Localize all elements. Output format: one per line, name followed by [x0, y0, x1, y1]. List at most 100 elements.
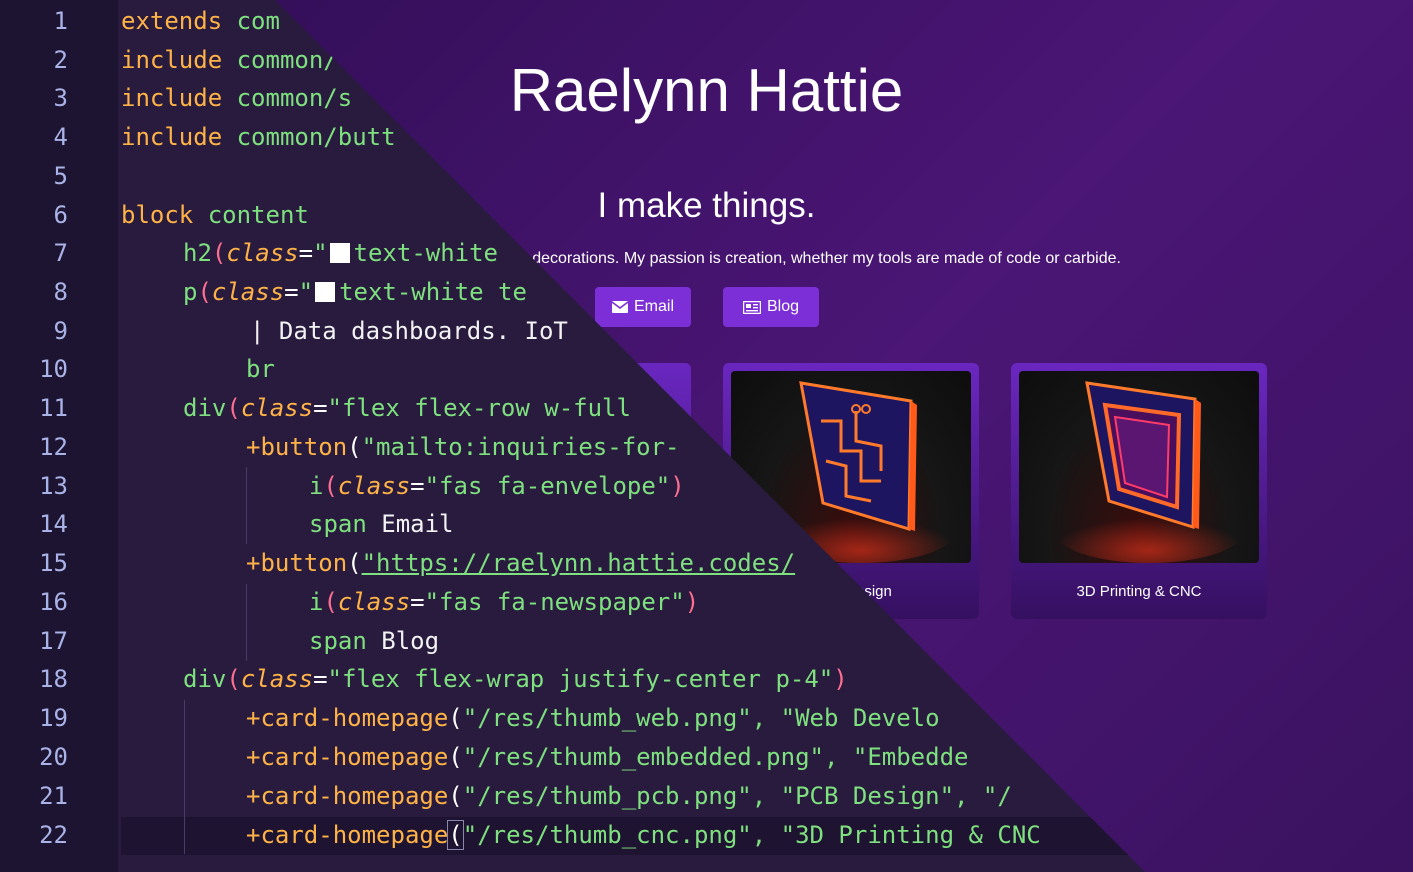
line-number: 5: [53, 162, 68, 190]
mixin-call: +button: [246, 549, 348, 577]
attr-name: class: [337, 588, 411, 616]
code-line[interactable]: | Data dashboards. IoT: [250, 312, 568, 351]
line-number: 2: [53, 46, 68, 74]
line-number: 14: [39, 510, 68, 538]
line-number: 6: [53, 201, 68, 229]
string: text-white te: [339, 278, 527, 306]
attr-name: class: [211, 278, 285, 306]
code-line[interactable]: block content: [121, 196, 309, 235]
tag-name: div: [183, 394, 227, 422]
keyword: include: [121, 123, 223, 151]
string: "/res/thumb_pcb.png", "PCB Design", "/: [462, 782, 1012, 810]
attr-name: class: [240, 394, 314, 422]
code-line[interactable]: include common/s: [121, 79, 352, 118]
line-number: 1: [53, 7, 68, 35]
tag-name: p: [183, 278, 198, 306]
string: "fas fa-newspaper": [424, 588, 685, 616]
code-text: | Data dashboards. IoT: [250, 317, 568, 345]
attr-name: class: [337, 472, 411, 500]
line-number: 9: [53, 317, 68, 345]
string: "/res/thumb_cnc.png", "3D Printing & CNC: [462, 821, 1041, 849]
code-line[interactable]: include common/butt: [121, 118, 396, 157]
string: "/res/thumb_web.png", "Web Develo: [462, 704, 940, 732]
line-number: 20: [39, 743, 68, 771]
line-number: 3: [53, 84, 68, 112]
indent-guide: [184, 700, 185, 854]
code-line[interactable]: extends com: [121, 2, 280, 41]
mixin-call: +card-homepage: [246, 821, 449, 849]
tag-name: div: [183, 665, 227, 693]
operator: =: [410, 588, 425, 616]
code-line[interactable]: +card-homepage("/res/thumb_cnc.png", "3D…: [246, 816, 1041, 855]
operator: =: [298, 239, 314, 267]
code-line[interactable]: i(class="fas fa-newspaper"): [309, 583, 699, 622]
code-text: common/: [222, 46, 338, 74]
code-line[interactable]: span Email: [309, 505, 454, 544]
line-number: 17: [39, 627, 68, 655]
email-button[interactable]: Email: [595, 287, 691, 327]
code-text: content: [193, 201, 309, 229]
blog-button[interactable]: Blog: [723, 287, 819, 327]
paren: (: [448, 782, 463, 810]
string: "/res/thumb_embedded.png", "Embedde: [462, 743, 969, 771]
mixin-call: +button: [246, 433, 348, 461]
code-text: Email: [366, 510, 454, 538]
tag-name: br: [246, 355, 275, 383]
line-number: 8: [53, 278, 68, 306]
code-line[interactable]: i(class="fas fa-envelope"): [309, 467, 685, 506]
paren: (: [197, 278, 212, 306]
paren: (: [226, 665, 241, 693]
code-line[interactable]: div(class="flex flex-row w-full: [183, 389, 631, 428]
paren: (: [347, 433, 362, 461]
quote: ": [313, 239, 328, 267]
paren: (: [448, 743, 463, 771]
envelope-icon: [611, 301, 628, 313]
paren: (: [323, 588, 338, 616]
keyword: include: [121, 84, 223, 112]
code-line[interactable]: p(class=" text-white te: [183, 273, 527, 312]
attr-name: class: [226, 239, 299, 267]
quote: ": [298, 278, 314, 306]
code-text: com: [222, 7, 280, 35]
code-line[interactable]: br: [246, 350, 275, 389]
code-line[interactable]: h2(class=" text-white: [183, 234, 498, 273]
tag-name: span: [309, 510, 367, 538]
line-number: 16: [39, 588, 68, 616]
line-number-gutter: 1 2 3 4 5 6 7 8 9 10 11 12 13 14 15 16 1…: [0, 0, 118, 872]
attr-name: class: [240, 665, 314, 693]
paren: ): [833, 665, 848, 693]
indent-guide: [246, 467, 247, 544]
line-number: 15: [39, 549, 68, 577]
code-line[interactable]: +button("https://raelynn.hattie.codes/: [246, 544, 795, 583]
code-line[interactable]: div(class="flex flex-wrap justify-center…: [183, 660, 848, 699]
tag-name: i: [309, 588, 324, 616]
operator: =: [284, 278, 299, 306]
line-number: 19: [39, 704, 68, 732]
paren: (: [323, 472, 338, 500]
code-line[interactable]: span Blog: [309, 622, 439, 661]
newspaper-icon: [742, 300, 761, 314]
keyword: include: [121, 46, 223, 74]
code-line[interactable]: +card-homepage("/res/thumb_web.png", "We…: [246, 699, 940, 738]
code-line[interactable]: include common/: [121, 41, 338, 80]
code-line[interactable]: +button("mailto:inquiries-for-: [246, 428, 680, 467]
line-number: 18: [39, 665, 68, 693]
tag-name: span: [309, 627, 367, 655]
keyword: block: [121, 201, 194, 229]
code-line[interactable]: +card-homepage("/res/thumb_embedded.png"…: [246, 738, 968, 777]
string: "flex flex-wrap justify-center p-4": [327, 665, 834, 693]
operator: =: [410, 472, 425, 500]
code-text: common/s: [222, 84, 353, 112]
indent-guide: [246, 584, 247, 661]
string: text-white: [353, 239, 499, 267]
string: "fas fa-envelope": [424, 472, 671, 500]
paren: (: [211, 239, 227, 267]
tag-name: h2: [183, 239, 212, 267]
line-number: 12: [39, 433, 68, 461]
code-line[interactable]: +card-homepage("/res/thumb_pcb.png", "PC…: [246, 777, 1012, 816]
string: "https://raelynn.hattie.codes/: [361, 549, 796, 577]
code-text: common/butt: [222, 123, 396, 151]
string: "flex flex-row w-full: [327, 394, 631, 422]
line-number: 4: [53, 123, 68, 151]
card-3d-printing-cnc[interactable]: 3D Printing & CNC: [1011, 363, 1267, 619]
